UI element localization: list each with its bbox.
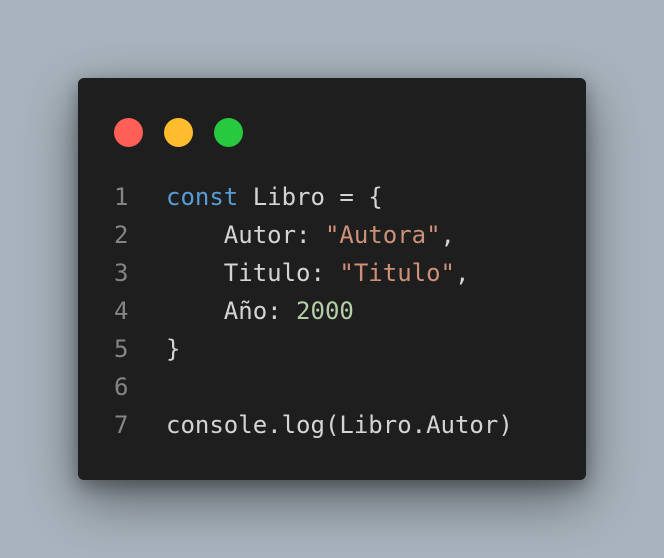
code-token-plain: console.log(Libro.Autor)	[166, 411, 513, 439]
code-token-plain: }	[166, 335, 181, 363]
code-text: Autor: "Autora",	[166, 216, 455, 254]
code-token-plain: Año:	[166, 297, 297, 325]
code-line: 3 Titulo: "Titulo",	[78, 254, 586, 292]
line-number: 7	[114, 411, 129, 439]
code-token-str: "Autora"	[324, 221, 441, 249]
code-text: console.log(Libro.Autor)	[166, 406, 513, 444]
close-dot[interactable]	[114, 118, 143, 147]
code-line: 6	[78, 368, 586, 406]
line-number: 5	[114, 335, 129, 363]
code-line: 7 console.log(Libro.Autor)	[78, 406, 586, 444]
code-text: }	[166, 330, 180, 368]
line-number: 2	[114, 221, 129, 249]
line-number: 6	[114, 373, 129, 401]
code-line: 1 const Libro = {	[78, 178, 586, 216]
code-block: 1 const Libro = {2 Autor: "Autora", 3 Titu…	[78, 178, 586, 444]
line-number: 1	[114, 183, 129, 211]
window-controls	[114, 118, 243, 147]
minimize-dot[interactable]	[164, 118, 193, 147]
code-text: Año: 2000	[166, 292, 354, 330]
code-line: 5}	[78, 330, 586, 368]
code-text: Titulo: "Titulo",	[166, 254, 470, 292]
maximize-dot[interactable]	[214, 118, 243, 147]
code-token-plain: Titulo:	[166, 259, 340, 287]
line-number: 3	[114, 259, 129, 287]
code-token-plain: ,	[454, 259, 470, 287]
code-token-plain: ,	[440, 221, 455, 249]
code-line: 2 Autor: "Autora",	[78, 216, 586, 254]
code-token-num: 2000	[296, 297, 354, 325]
code-line: 4 Año: 2000	[78, 292, 586, 330]
code-token-plain: Autor:	[166, 221, 325, 249]
code-window: 1 const Libro = {2 Autor: "Autora", 3 Titu…	[78, 78, 586, 480]
line-number: 4	[114, 297, 129, 325]
code-text: const Libro = {	[166, 178, 383, 216]
code-token-plain: Libro = {	[238, 183, 383, 211]
code-token-str: "Titulo"	[339, 259, 455, 287]
code-token-kw: const	[166, 183, 239, 211]
